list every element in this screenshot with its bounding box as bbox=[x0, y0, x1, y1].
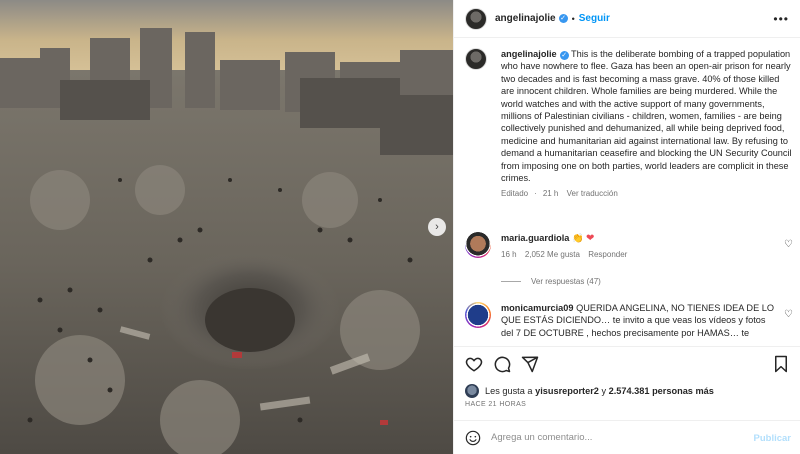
avatar[interactable] bbox=[465, 7, 487, 30]
heart-icon[interactable] bbox=[465, 355, 483, 373]
comment-heart-icon[interactable]: ♡ bbox=[784, 239, 793, 250]
edited-time[interactable]: 21 h bbox=[543, 189, 559, 198]
view-replies-link[interactable]: Ver respuestas (47) bbox=[501, 277, 601, 286]
post-timestamp[interactable]: HACE 21 HORAS bbox=[465, 401, 526, 408]
likes-summary: Les gusta a yisusreporter2 y 2.574.381 p… bbox=[465, 384, 714, 398]
comment-item: monicamurcia09 QUERIDA ANGELINA, NO TIEN… bbox=[465, 302, 793, 339]
comment-icon[interactable] bbox=[493, 355, 511, 373]
comment-heart-icon[interactable]: ♡ bbox=[784, 309, 793, 320]
see-translation-link[interactable]: Ver traducción bbox=[567, 189, 618, 198]
publish-button[interactable]: Publicar bbox=[754, 433, 792, 444]
caption-avatar[interactable] bbox=[465, 48, 487, 70]
comment-composer: Publicar bbox=[454, 420, 800, 454]
more-horizontal-icon[interactable]: ••• bbox=[773, 12, 789, 26]
likes-connector: y bbox=[601, 386, 607, 396]
comment-avatar[interactable] bbox=[465, 232, 491, 258]
clap-emoji-icon: 👏 bbox=[571, 233, 584, 243]
carousel-next-button[interactable]: › bbox=[428, 218, 446, 236]
comment-input[interactable] bbox=[491, 432, 721, 443]
likes-count[interactable]: 2.574.381 personas más bbox=[609, 386, 714, 396]
comment-meta: 16 h 2,052 Me gusta Responder bbox=[501, 250, 793, 259]
likes-prefix: Les gusta a bbox=[485, 386, 533, 396]
verified-badge-icon: ✓ bbox=[559, 51, 569, 60]
destroyed-neighborhood-image bbox=[0, 0, 453, 454]
dot-separator: · bbox=[534, 189, 537, 199]
reply-button[interactable]: Responder bbox=[588, 250, 627, 259]
dot-separator: • bbox=[571, 13, 575, 24]
post-actions-bar bbox=[454, 346, 800, 380]
post-header: angelinajolie ✓ • Seguir ••• bbox=[454, 0, 800, 38]
comment-likes[interactable]: 2,052 Me gusta bbox=[525, 250, 580, 259]
emoji-icon[interactable] bbox=[465, 430, 481, 446]
liker-avatar[interactable] bbox=[465, 384, 479, 398]
follow-button[interactable]: Seguir bbox=[579, 13, 610, 24]
comment-item: maria.guardiola 👏 ❤ 16 h 2,052 Me gusta … bbox=[465, 232, 793, 259]
verified-badge-icon: ✓ bbox=[558, 14, 568, 23]
edited-label: Editado bbox=[501, 189, 529, 199]
liker-username[interactable]: yisusreporter2 bbox=[535, 386, 599, 396]
bookmark-icon[interactable] bbox=[772, 355, 790, 373]
comment-avatar[interactable] bbox=[465, 302, 491, 328]
comment-username[interactable]: maria.guardiola bbox=[501, 233, 569, 243]
header-username[interactable]: angelinajolie bbox=[495, 13, 556, 24]
post-photo: › bbox=[0, 0, 453, 454]
post-side-panel: angelinajolie ✓ • Seguir ••• angelinajol… bbox=[453, 0, 800, 454]
post-caption: angelinajolie ✓ This is the deliberate bo… bbox=[465, 48, 793, 198]
caption-meta: Editado · 21 h Ver traducción bbox=[501, 189, 793, 198]
comment-username[interactable]: monicamurcia09 bbox=[501, 303, 574, 313]
send-icon[interactable] bbox=[521, 355, 539, 373]
divider bbox=[501, 281, 521, 282]
chevron-right-icon: › bbox=[435, 220, 439, 233]
caption-body: This is the deliberate bombing of a trap… bbox=[501, 49, 792, 184]
caption-username[interactable]: angelinajolie bbox=[501, 49, 557, 59]
comment-time[interactable]: 16 h bbox=[501, 250, 517, 259]
red-heart-icon: ❤ bbox=[586, 233, 595, 244]
